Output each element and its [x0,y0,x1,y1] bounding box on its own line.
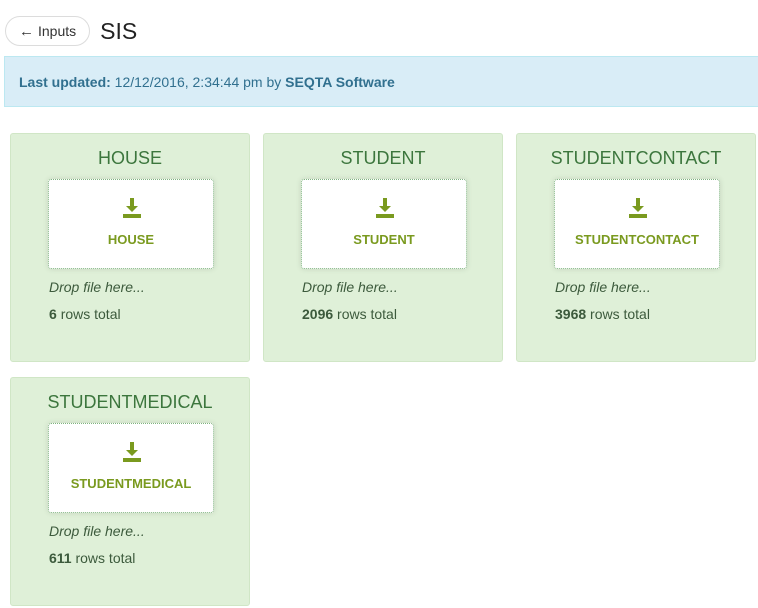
upload-dropzone-studentcontact[interactable]: STUDENTCONTACT [554,179,720,269]
last-updated-prefix: Last updated: [19,73,111,90]
rows-count: 3968 [555,306,587,322]
rows-total: 2096 rows total [302,306,397,322]
rows-count: 2096 [302,306,334,322]
last-updated-datetime: 12/12/2016, 2:34:44 pm [114,73,263,90]
drop-hint: Drop file here... [49,523,145,539]
last-updated-alert: Last updated: 12/12/2016, 2:34:44 pm by … [4,56,758,107]
download-icon [376,198,394,218]
rows-suffix: rows total [337,306,397,322]
rows-total: 6 rows total [49,306,121,322]
back-arrow-icon: ← [19,22,34,40]
dropzone-label: STUDENT [353,232,415,247]
upload-dropzone-studentmedical[interactable]: STUDENTMEDICAL [48,423,214,513]
back-to-inputs-button[interactable]: ← Inputs [5,16,91,46]
back-button-label: Inputs [38,23,77,39]
dropzone-label: STUDENTCONTACT [575,232,699,247]
rows-suffix: rows total [60,306,121,322]
drop-hint: Drop file here... [49,279,145,295]
card-title: STUDENTMEDICAL [47,392,213,412]
last-updated-by: by [266,73,282,90]
drop-hint: Drop file here... [302,279,398,295]
rows-count: 6 [49,306,57,322]
rows-suffix: rows total [75,550,136,566]
page-title: SIS [100,17,138,44]
upload-dropzone-house[interactable]: HOUSE [48,179,214,269]
rows-count: 611 [49,550,72,566]
card-title: STUDENTCONTACT [550,148,722,168]
rows-total: 611 rows total [49,550,135,566]
card-title: STUDENT [340,148,426,168]
download-icon [123,198,141,218]
card-student: STUDENT STUDENT Drop file here... 2096 r… [263,133,503,362]
download-icon [629,198,647,218]
drop-hint: Drop file here... [555,279,651,295]
dropzone-label: HOUSE [107,232,155,247]
last-updated-author: SEQTA Software [285,73,395,90]
card-title: HOUSE [97,148,162,168]
rows-suffix: rows total [590,306,650,322]
card-house: HOUSE HOUSE Drop file here... 6 rows tot… [10,133,250,362]
download-icon [123,442,141,462]
card-studentcontact: STUDENTCONTACT STUDENTCONTACT Drop file … [516,133,756,362]
upload-dropzone-student[interactable]: STUDENT [301,179,467,269]
rows-total: 3968 rows total [555,306,650,322]
dropzone-label: STUDENTMEDICAL [70,476,192,491]
card-studentmedical: STUDENTMEDICAL STUDENTMEDICAL Drop file … [10,377,250,606]
header: ← Inputs SIS [5,14,137,48]
